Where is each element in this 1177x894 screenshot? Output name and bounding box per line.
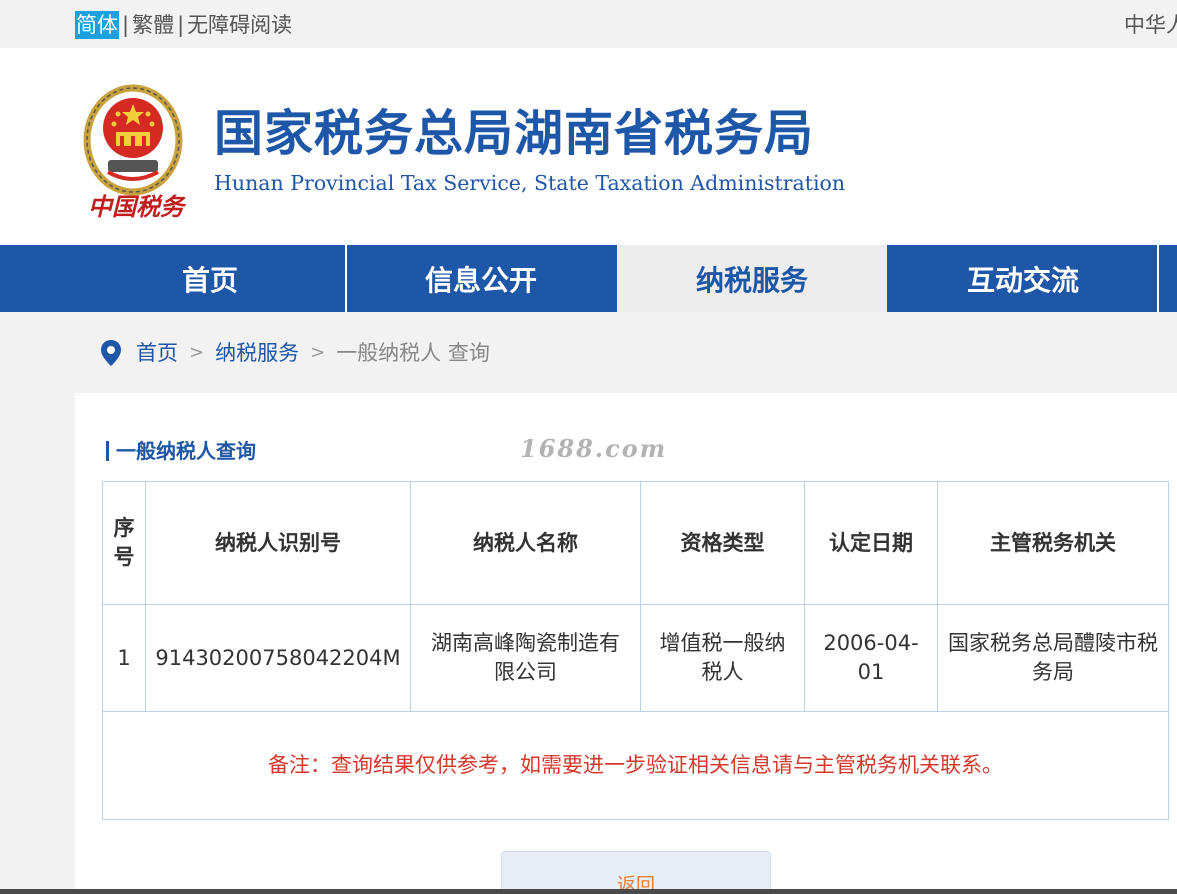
cell-index: 1 (102, 604, 146, 712)
breadcrumb: 首页 > 纳税服务 > 一般纳税人 查询 (100, 338, 490, 368)
top-right-text: 中华人 (1124, 13, 1177, 37)
cell-qualification-type: 增值税一般纳税人 (640, 604, 805, 712)
cell-taxpayer-id: 91430200758042204M (145, 604, 411, 712)
column-header-tax-authority: 主管税务机关 (937, 481, 1169, 605)
nav-item-interaction[interactable]: 互动交流 (889, 245, 1157, 312)
top-utility-bar: 简体 | 繁體 | 无障碍阅读 中华人 (0, 0, 1177, 48)
lang-traditional-link[interactable]: 繁體 (132, 11, 174, 39)
table-note-row: 备注：查询结果仅供参考，如需要进一步验证相关信息请与主管税务机关联系。 (102, 711, 1169, 820)
watermark: 1688.com (520, 434, 668, 463)
site-header: 中国税务 国家税务总局湖南省税务局 Hunan Provincial Tax S… (0, 48, 1177, 245)
main-nav: 首页 信息公开 纳税服务 互动交流 (0, 245, 1177, 312)
title-bar-marker (106, 441, 109, 461)
cell-taxpayer-name: 湖南高峰陶瓷制造有限公司 (410, 604, 641, 712)
nav-item-tax-service[interactable]: 纳税服务 (617, 245, 887, 312)
site-subtitle: Hunan Provincial Tax Service, State Taxa… (214, 171, 846, 195)
column-header-index: 序号 (102, 481, 146, 605)
tax-emblem-logo: 中国税务 (83, 84, 187, 221)
cell-tax-authority: 国家税务总局醴陵市税务局 (937, 604, 1169, 712)
breadcrumb-home[interactable]: 首页 (136, 338, 178, 368)
lang-simplified-link[interactable]: 简体 (75, 11, 119, 39)
separator: | (122, 13, 130, 37)
result-note: 备注：查询结果仅供参考，如需要进一步验证相关信息请与主管税务机关联系。 (102, 711, 1169, 820)
nav-item-info-disclosure[interactable]: 信息公开 (347, 245, 615, 312)
column-header-qualification-type: 资格类型 (640, 481, 805, 605)
accessibility-link[interactable]: 无障碍阅读 (187, 11, 292, 39)
section-title-text: 一般纳税人查询 (116, 439, 256, 463)
column-header-taxpayer-name: 纳税人名称 (410, 481, 641, 605)
breadcrumb-tax-service[interactable]: 纳税服务 (215, 338, 299, 368)
taxpayer-result-table: 序号 纳税人识别号 纳税人名称 资格类型 认定日期 主管税务机关 1 91430… (102, 481, 1169, 820)
separator: | (177, 13, 185, 37)
chevron-right-icon: > (310, 342, 326, 363)
window-bottom-edge (0, 889, 1177, 894)
location-pin-icon (101, 340, 121, 366)
breadcrumb-current: 一般纳税人 查询 (336, 341, 490, 365)
column-header-taxpayer-id: 纳税人识别号 (145, 481, 411, 605)
nav-divider (1157, 245, 1159, 312)
language-switcher: 简体 | 繁體 | 无障碍阅读 (75, 11, 292, 39)
back-button[interactable]: 返回 (501, 851, 771, 894)
section-title: 一般纳税人查询 (106, 438, 256, 464)
cell-recognition-date: 2006-04-01 (804, 604, 938, 712)
column-header-recognition-date: 认定日期 (804, 481, 938, 605)
chevron-right-icon: > (189, 342, 205, 363)
nav-item-home[interactable]: 首页 (75, 245, 345, 312)
emblem-caption: 中国税务 (88, 192, 187, 221)
site-title: 国家税务总局湖南省税务局 (214, 105, 815, 162)
table-header-row: 序号 纳税人识别号 纳税人名称 资格类型 认定日期 主管税务机关 (102, 481, 1169, 605)
table-row: 1 91430200758042204M 湖南高峰陶瓷制造有限公司 增值税一般纳… (102, 604, 1169, 712)
